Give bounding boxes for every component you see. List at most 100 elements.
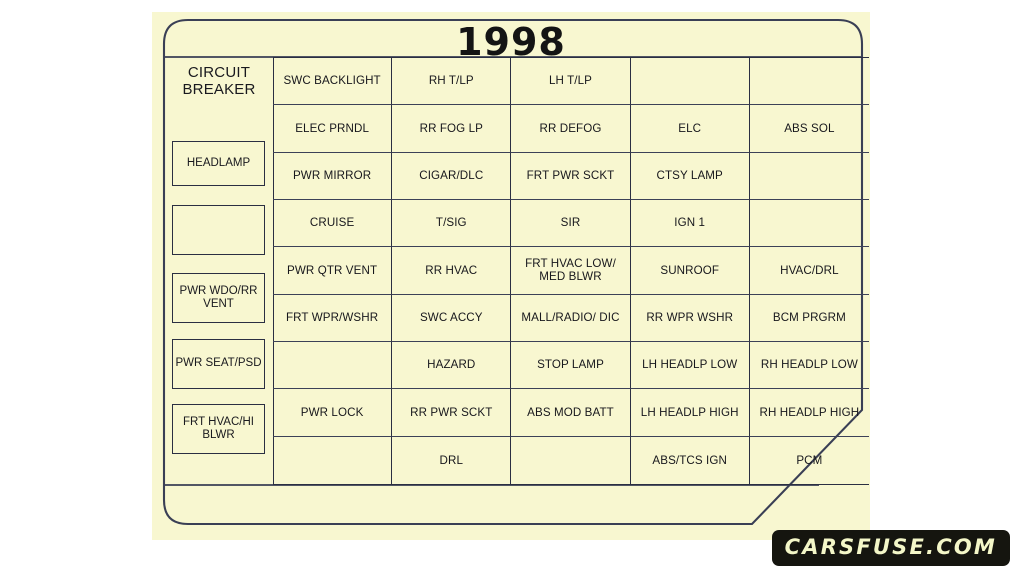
fuse-cell[interactable]: RH HEADLP HIGH — [749, 389, 869, 437]
fuse-cell-empty[interactable] — [749, 200, 869, 248]
fuse-cell-label: ELC — [678, 121, 702, 135]
fuse-cell-label: RH T/LP — [428, 74, 474, 88]
circuit-breaker-column: CIRCUIT BREAKER HEADLAMP PWR WDO/RR VENT… — [165, 57, 273, 485]
fuse-cell[interactable]: ELEC PRNDL — [273, 105, 393, 153]
circuit-breaker-slot-3-label: PWR WDO/RR VENT — [179, 284, 258, 310]
fuse-cell-label: FRT HVAC LOW/ MED BLWR — [525, 257, 616, 284]
fuse-cell[interactable]: FRT PWR SCKT — [511, 152, 631, 200]
fuse-cell[interactable]: BCM PRGRM — [749, 295, 869, 342]
fuse-box-diagram-image: 1998 CIRCUIT BREAKER HEADLAMP PWR WDO/RR… — [152, 12, 870, 540]
fuse-cell[interactable]: MALL/RADIO/ DIC — [511, 294, 631, 342]
fuse-cell[interactable]: CTSY LAMP — [630, 152, 750, 200]
fuse-cell[interactable]: RR WPR WSHR — [630, 294, 750, 342]
fuse-cell-label: ABS MOD BATT — [527, 405, 614, 419]
fuse-cell-empty[interactable] — [273, 341, 393, 390]
fuse-cell-label: RR WPR WSHR — [646, 311, 734, 325]
fuse-cell-label: RR FOG LP — [419, 121, 483, 135]
fuse-cell[interactable]: DRL — [392, 436, 512, 484]
fuse-cell-label: HAZARD — [427, 358, 476, 372]
fuse-cell-label: PWR MIRROR — [292, 169, 372, 183]
fuse-cell-label: HVAC/DRL — [780, 263, 839, 277]
fuse-cell[interactable]: FRT WPR/WSHR — [273, 294, 393, 342]
fuse-cell[interactable]: RH HEADLP LOW — [749, 342, 869, 390]
fuse-cell[interactable]: LH HEADLP HIGH — [630, 389, 750, 437]
fuse-cell[interactable]: ABS/TCS IGN — [631, 436, 750, 484]
fuse-cell-label: CTSY LAMP — [656, 169, 723, 183]
fuse-cell-label: SUNROOF — [660, 263, 720, 277]
fuse-cell[interactable]: RH T/LP — [392, 58, 512, 106]
fuse-cell[interactable]: PWR QTR VENT — [273, 247, 393, 295]
fuse-cell[interactable]: RR DEFOG — [511, 105, 631, 153]
fuse-cell-label: CIGAR/DLC — [419, 169, 484, 183]
circuit-breaker-slot-4[interactable]: PWR SEAT/PSD — [172, 339, 265, 389]
fuse-cell[interactable]: RR PWR SCKT — [392, 389, 512, 437]
fuse-cell-label: RR HVAC — [425, 263, 478, 277]
fuse-cell-label: T/SIG — [435, 216, 467, 230]
fuse-cell-label: LH T/LP — [548, 74, 592, 88]
fuse-cell[interactable]: LH T/LP — [511, 58, 631, 106]
fuse-cell-label: ABS/TCS IGN — [652, 453, 727, 467]
fuse-cell[interactable]: PCM — [750, 437, 869, 484]
fuse-cell-label: SIR — [560, 216, 581, 230]
fuse-cell[interactable]: ELC — [630, 105, 750, 153]
fuse-cell-label: IGN 1 — [674, 216, 706, 230]
fuse-cell[interactable]: SWC ACCY — [392, 294, 512, 342]
circuit-breaker-heading: CIRCUIT BREAKER — [165, 57, 273, 99]
fuse-cell[interactable]: LH HEADLP LOW — [630, 341, 750, 390]
fuse-cell-empty[interactable] — [749, 58, 869, 106]
fuse-cell-label: DRL — [439, 453, 464, 467]
fuse-cell-label: ELEC PRNDL — [295, 121, 369, 135]
watermark-text: CARSFUSE.COM — [784, 535, 997, 559]
fuse-cell[interactable]: RR FOG LP — [392, 105, 512, 153]
fuse-cell[interactable]: SIR — [511, 199, 631, 248]
fuse-cell[interactable]: PWR MIRROR — [273, 152, 393, 200]
fuse-cell-label: RR PWR SCKT — [410, 405, 493, 419]
fuse-cell-label: LH HEADLP HIGH — [640, 405, 739, 419]
fuse-grid: SWC BACKLIGHT RH T/LP LH T/LP ELEC PRNDL RR … — [273, 57, 869, 485]
circuit-breaker-slot-1[interactable]: HEADLAMP — [172, 141, 265, 186]
circuit-breaker-heading-line1: CIRCUIT — [187, 64, 251, 81]
fuse-cell[interactable]: CRUISE — [273, 199, 393, 248]
circuit-breaker-slot-2[interactable] — [172, 205, 265, 255]
fuse-cell[interactable]: STOP LAMP — [511, 341, 631, 390]
circuit-breaker-slot-4-label: PWR SEAT/PSD — [175, 357, 262, 370]
fuse-cell-label: CRUISE — [309, 216, 355, 230]
fuse-cell[interactable]: RR HVAC — [392, 247, 512, 295]
fuse-cell-empty[interactable] — [630, 58, 750, 106]
fuse-cell-label: BCM PRGRM — [772, 311, 846, 325]
fuse-cell-label: FRT WPR/WSHR — [285, 311, 379, 325]
fuse-cell[interactable]: CIGAR/DLC — [392, 152, 512, 200]
fuse-cell-label: MALL/RADIO/ DIC — [521, 311, 620, 325]
fuse-cell[interactable]: HAZARD — [392, 341, 512, 390]
fuse-cell-label: LH HEADLP LOW — [642, 358, 738, 372]
fuse-cell-label: SWC BACKLIGHT — [283, 74, 381, 88]
fuse-cell[interactable]: ABS SOL — [749, 105, 869, 153]
fuse-cell-label: STOP LAMP — [537, 358, 604, 372]
fuse-cell-label: SWC ACCY — [419, 311, 483, 325]
fuse-cell[interactable]: PWR LOCK — [273, 389, 393, 437]
circuit-breaker-slot-1-label: HEADLAMP — [186, 156, 251, 169]
fuse-cell[interactable]: T/SIG — [392, 199, 512, 248]
fuse-cell-label: PCM — [796, 453, 823, 467]
fuse-cell[interactable]: SWC BACKLIGHT — [273, 58, 393, 106]
fuse-cell-label: PWR QTR VENT — [287, 263, 378, 277]
fuse-cell-label: RR DEFOG — [539, 121, 602, 135]
fuse-cell[interactable]: HVAC/DRL — [749, 247, 869, 295]
fuse-cell-label: FRT PWR SCKT — [526, 169, 615, 183]
fuse-cell-label: PWR LOCK — [300, 405, 364, 419]
fuse-cell-empty[interactable] — [511, 436, 631, 484]
fuse-cell-label: RH HEADLP LOW — [760, 358, 858, 372]
fuse-cell[interactable]: FRT HVAC LOW/ MED BLWR — [511, 247, 631, 295]
watermark-logo: CARSFUSE.COM — [771, 530, 1010, 566]
circuit-breaker-slot-5-label: FRT HVAC/HI BLWR — [183, 415, 254, 441]
fuse-cell-empty[interactable] — [749, 153, 869, 200]
fuse-cell[interactable]: IGN 1 — [630, 199, 750, 248]
fuse-cell-label: RH HEADLP HIGH — [759, 405, 860, 419]
circuit-breaker-slot-3[interactable]: PWR WDO/RR VENT — [172, 273, 265, 323]
circuit-breaker-slot-5[interactable]: FRT HVAC/HI BLWR — [172, 404, 265, 454]
fuse-cell-label: ABS SOL — [784, 121, 835, 135]
fuse-cell[interactable]: ABS MOD BATT — [511, 389, 631, 437]
fuse-cell-empty[interactable] — [273, 436, 393, 484]
circuit-breaker-heading-line2: BREAKER — [182, 80, 256, 98]
fuse-cell[interactable]: SUNROOF — [630, 247, 750, 295]
